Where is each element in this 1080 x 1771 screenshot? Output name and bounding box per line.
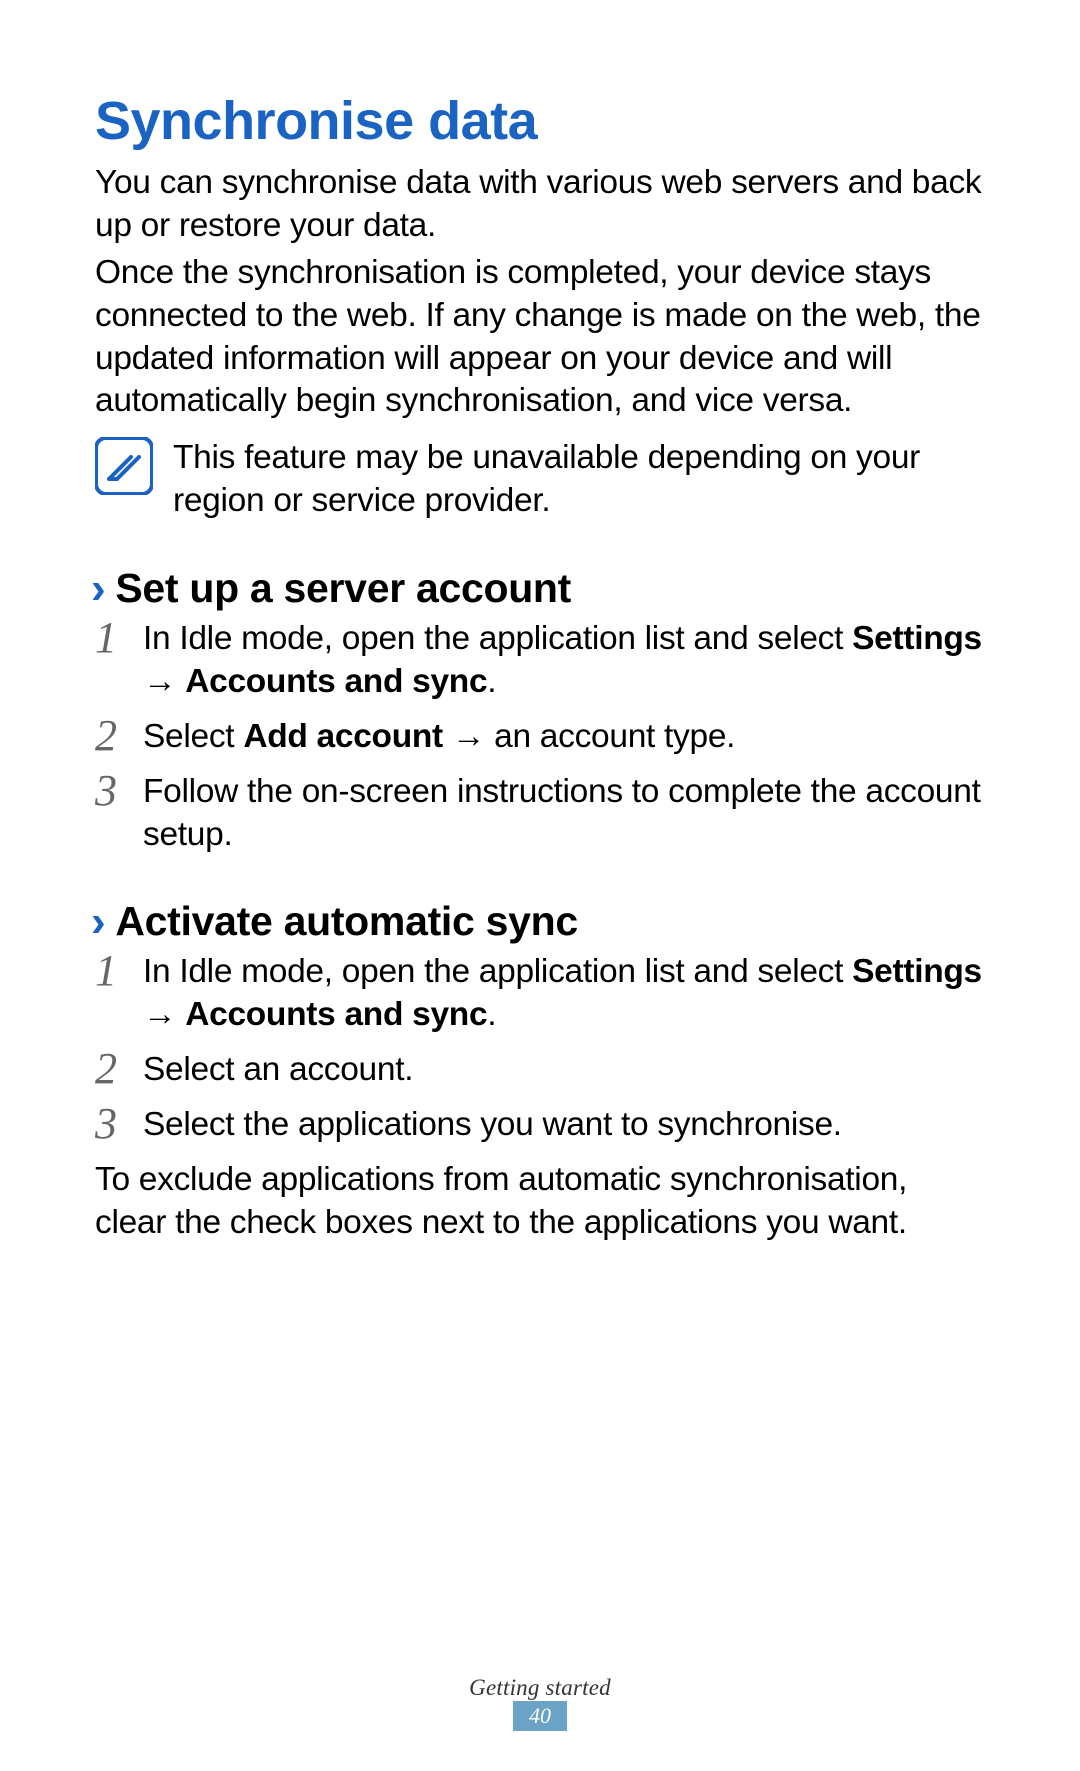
step-text: .	[487, 996, 496, 1033]
step-bold: Add account	[243, 718, 443, 755]
steps-list-1: In Idle mode, open the application list …	[95, 618, 985, 856]
steps-list-2: In Idle mode, open the application list …	[95, 951, 985, 1147]
step-text: In Idle mode, open the application list …	[143, 953, 852, 990]
step-item: In Idle mode, open the application list …	[95, 951, 985, 1037]
page-footer: Getting started 40	[0, 1675, 1080, 1731]
step-item: Follow the on-screen instructions to com…	[95, 771, 985, 857]
step-bold: Settings	[852, 620, 982, 657]
chevron-right-icon: ›	[91, 567, 105, 611]
chevron-right-icon: ›	[91, 900, 105, 944]
arrow-icon: →	[143, 661, 176, 704]
subheading-text: Activate automatic sync	[115, 898, 578, 945]
step-item: Select the applications you want to sync…	[95, 1104, 985, 1147]
subheading-activate-sync: › Activate automatic sync	[95, 898, 985, 945]
subheading-text: Set up a server account	[115, 565, 571, 612]
step-text: .	[487, 663, 496, 700]
step-text: Select	[143, 718, 243, 755]
step-text: In Idle mode, open the application list …	[143, 620, 852, 657]
subheading-setup-server: › Set up a server account	[95, 565, 985, 612]
arrow-icon: →	[143, 994, 176, 1037]
note-text: This feature may be unavailable dependin…	[173, 437, 985, 523]
step-item: Select an account.	[95, 1049, 985, 1092]
note-icon	[95, 437, 153, 495]
step-item: Select Add account → an account type.	[95, 716, 985, 759]
arrow-icon: →	[452, 716, 485, 759]
step-bold: Settings	[852, 953, 982, 990]
trailing-paragraph: To exclude applications from automatic s…	[95, 1159, 985, 1245]
manual-page: Synchronise data You can synchronise dat…	[0, 0, 1080, 1771]
intro-paragraph-1: You can synchronise data with various we…	[95, 162, 985, 248]
intro-paragraph-2: Once the synchronisation is completed, y…	[95, 252, 985, 424]
step-item: In Idle mode, open the application list …	[95, 618, 985, 704]
page-title: Synchronise data	[95, 90, 985, 152]
note-block: This feature may be unavailable dependin…	[95, 437, 985, 523]
step-bold: Accounts and sync	[185, 996, 487, 1033]
page-number-badge: 40	[513, 1701, 567, 1731]
footer-section-label: Getting started	[0, 1675, 1080, 1701]
step-text: an account type.	[485, 718, 735, 755]
step-bold: Accounts and sync	[185, 663, 487, 700]
